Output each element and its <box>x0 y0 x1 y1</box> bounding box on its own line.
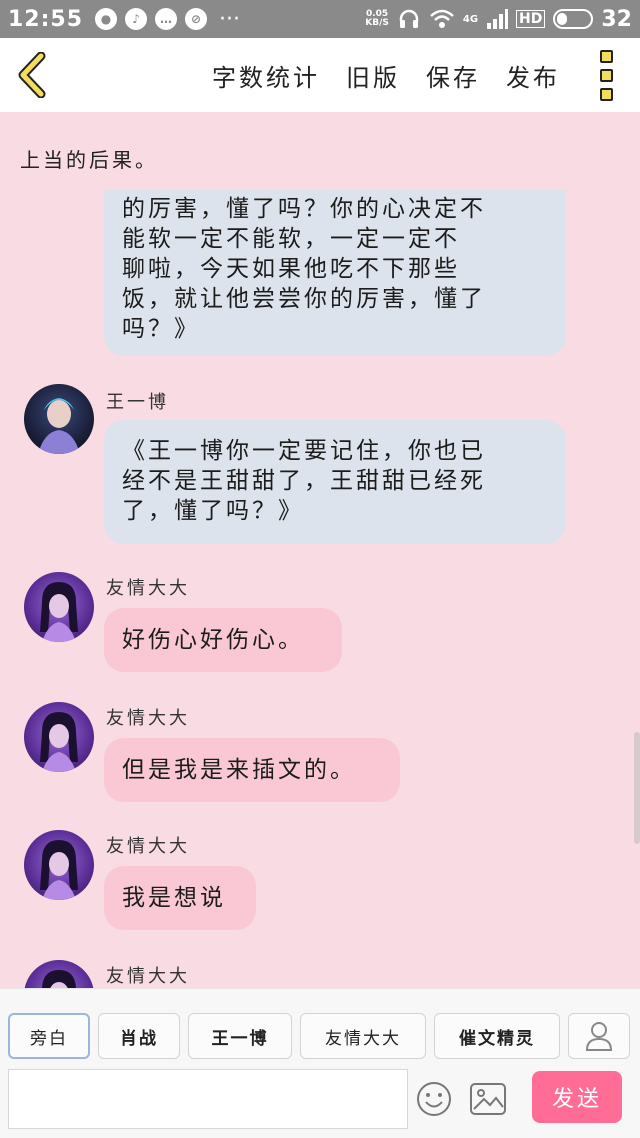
chat-icon: … <box>155 8 178 30</box>
message-bubble[interactable]: 好伤心好伤心。 <box>104 608 342 672</box>
menu-dot-icon <box>599 87 613 101</box>
message-text: 好伤心好伤心。 <box>122 627 304 653</box>
headphones-icon <box>399 9 419 28</box>
avatar-portrait <box>42 970 76 988</box>
message-bubble[interactable]: 我是想说 <box>104 866 256 930</box>
role-selector: 旁白 肖战 王一博 友情大大 催文精灵 <box>8 1013 630 1059</box>
signal-icon <box>487 9 509 29</box>
speed-unit: KB/S <box>365 18 389 28</box>
sender-name: 友情大大 <box>106 966 190 987</box>
hd-badge: HD <box>516 10 546 28</box>
bottom-panel: 旁白 肖战 王一博 友情大大 催文精灵 发送 <box>0 988 640 1138</box>
role-youqing-dada[interactable]: 友情大大 <box>300 1013 426 1059</box>
message-line: 吗？》 <box>122 316 200 342</box>
more-notifications-icon: ··· <box>219 6 241 32</box>
menu-button[interactable] <box>586 38 626 112</box>
message-line: 饭，就让他尝尝你的厉害，懂了 <box>122 286 486 312</box>
avatar-wang-yibo[interactable] <box>24 384 94 454</box>
menu-dot-icon <box>599 49 613 63</box>
back-arrow-icon <box>18 52 46 98</box>
message-bubble-icon: ● <box>95 8 118 30</box>
music-note-icon: ♪ <box>125 8 148 30</box>
menu-dot-icon <box>599 68 613 82</box>
message-input[interactable] <box>8 1069 408 1129</box>
message-line: 聊啦，今天如果他吃不下那些 <box>122 256 460 282</box>
avatar-portrait <box>38 398 80 454</box>
toolbar: 字数统计 旧版 保存 发布 <box>0 38 640 112</box>
status-right: 0.05 KB/S 4G HD 32 <box>365 7 632 32</box>
publish-button[interactable]: 发布 <box>506 58 560 93</box>
user-icon <box>585 1022 613 1051</box>
avatar-youqing-dada[interactable] <box>24 960 94 988</box>
status-time: 12:55 <box>8 6 84 32</box>
network-speed: 0.05 KB/S <box>365 10 389 28</box>
message-bubble[interactable]: 《王一博你一定要记住，你也已 经不是王甜甜了，王甜甜已经死 了，懂了吗？》 <box>104 420 566 544</box>
avatar-youqing-dada[interactable] <box>24 572 94 642</box>
message-line: 经不是王甜甜了，王甜甜已经死 <box>122 468 486 494</box>
role-cuiwen-jingling[interactable]: 催文精灵 <box>434 1013 560 1059</box>
sender-name: 友情大大 <box>106 836 190 857</box>
no-disturb-icon: ⊘ <box>185 8 208 30</box>
message-line: 能软一定不能软，一定一定不 <box>122 226 460 252</box>
message-line: 了，懂了吗？》 <box>122 498 304 524</box>
image-icon[interactable] <box>470 1083 506 1115</box>
save-button[interactable]: 保存 <box>426 58 480 93</box>
message-line: 的厉害，懂了吗？你的心决定不 <box>122 196 486 222</box>
message-bubble[interactable]: 的厉害，懂了吗？你的心决定不 能软一定不能软，一定一定不 聊啦，今天如果他吃不下… <box>104 190 566 356</box>
scrollbar-handle[interactable] <box>634 732 640 844</box>
chat-area[interactable]: 上当的后果。 的厉害，懂了吗？你的心决定不 能软一定不能软，一定一定不 聊啦，今… <box>0 112 640 988</box>
narration-text: 上当的后果。 <box>20 148 158 172</box>
battery-icon <box>553 9 594 29</box>
message-text: 我是想说 <box>122 885 226 911</box>
emoji-icon[interactable] <box>416 1081 452 1117</box>
send-button[interactable]: 发送 <box>532 1071 622 1123</box>
avatar-youqing-dada[interactable] <box>24 830 94 900</box>
role-xiao-zhan[interactable]: 肖战 <box>98 1013 180 1059</box>
message-bubble[interactable]: 但是我是来插文的。 <box>104 738 400 802</box>
role-narrator[interactable]: 旁白 <box>8 1013 90 1059</box>
message-text: 但是我是来插文的。 <box>122 757 356 783</box>
avatar-youqing-dada[interactable] <box>24 702 94 772</box>
network-type: 4G <box>462 13 479 25</box>
avatar-portrait <box>40 840 78 900</box>
word-count-button[interactable]: 字数统计 <box>212 58 320 93</box>
status-bar: 12:55 ● ♪ … ⊘ ··· 0.05 KB/S 4G HD 32 <box>0 0 640 38</box>
wifi-icon <box>430 9 454 28</box>
sender-name: 友情大大 <box>106 708 190 729</box>
battery-level: 32 <box>601 6 632 32</box>
sender-name: 王一博 <box>106 392 169 413</box>
avatar-portrait <box>40 712 78 772</box>
avatar-portrait <box>40 582 78 642</box>
message-line: 《王一博你一定要记住，你也已 <box>122 438 486 464</box>
role-wang-yibo[interactable]: 王一博 <box>188 1013 292 1059</box>
add-role-button[interactable] <box>568 1013 630 1059</box>
sender-name: 友情大大 <box>106 578 190 599</box>
old-version-button[interactable]: 旧版 <box>346 58 400 93</box>
back-button[interactable] <box>0 38 64 112</box>
